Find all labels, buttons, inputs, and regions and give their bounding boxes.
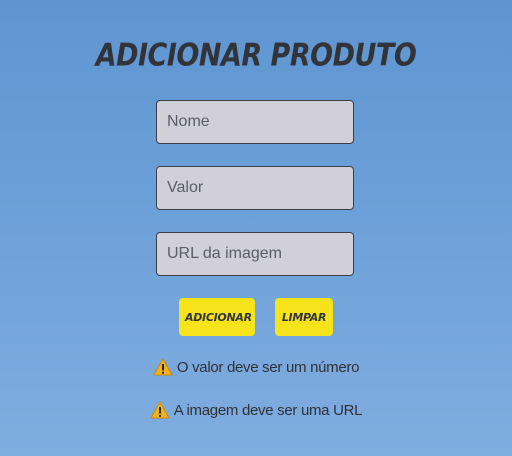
value-input[interactable] <box>156 166 354 210</box>
image-url-input[interactable] <box>156 232 354 276</box>
page-title: Adicionar Produto <box>95 37 417 74</box>
value-warning-text: O valor deve ser um número <box>176 359 360 376</box>
warning-icon <box>153 357 173 376</box>
clear-button[interactable]: Limpar <box>275 298 333 336</box>
add-button[interactable]: Adicionar <box>179 298 255 336</box>
url-warning: A imagem deve ser uma URL <box>0 400 512 419</box>
product-form-page: Adicionar Produto Adicionar Limpar O val… <box>0 0 512 456</box>
url-warning-text: A imagem deve ser uma URL <box>173 402 363 419</box>
warning-icon <box>149 400 170 419</box>
value-warning: O valor deve ser um número <box>0 357 512 376</box>
name-input[interactable] <box>156 100 354 144</box>
